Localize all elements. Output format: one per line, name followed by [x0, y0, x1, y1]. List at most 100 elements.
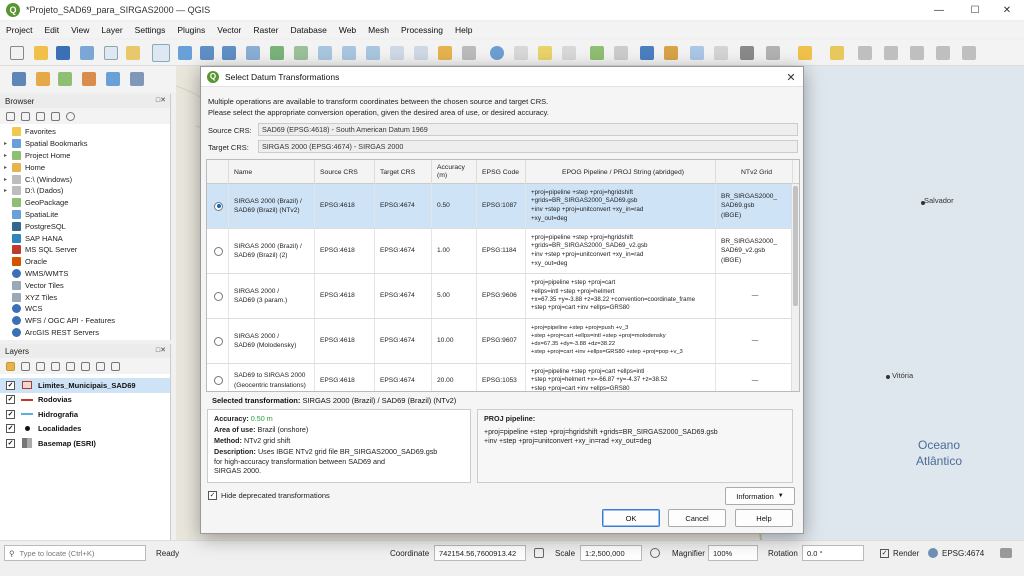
- zoom-rubberband-icon[interactable]: [246, 46, 260, 60]
- column-header-target-crs[interactable]: Target CRS: [375, 160, 432, 184]
- row-radio[interactable]: [214, 336, 223, 346]
- menu-database[interactable]: Database: [290, 25, 326, 35]
- close-window-icon[interactable]: ✕: [990, 0, 1024, 20]
- identify-icon[interactable]: [490, 46, 504, 60]
- select-features-icon[interactable]: [514, 46, 528, 60]
- add-raster-icon[interactable]: [82, 72, 96, 86]
- table-row[interactable]: SIRGAS 2000 (Brazil) / SAD69 (Brazil) (2…: [207, 229, 799, 274]
- table-row[interactable]: SIRGAS 2000 / SAD69 (3 param.) EPSG:4618…: [207, 274, 799, 319]
- browser-item-favorites[interactable]: Favorites: [0, 126, 170, 138]
- browser-item-geopackage[interactable]: GeoPackage: [0, 197, 170, 209]
- messages-icon[interactable]: [1000, 548, 1012, 558]
- layer-item-rodovias[interactable]: ✓ Rodovias: [0, 393, 170, 408]
- column-header-epsg-code[interactable]: EPSG Code: [477, 160, 526, 184]
- column-header-pipeline[interactable]: EPOG Pipeline / PROJ String (abridged): [526, 160, 716, 184]
- rotate-label-icon[interactable]: [936, 46, 950, 60]
- table-row[interactable]: SAD69 to SIRGAS 2000 (Geocentric transla…: [207, 364, 799, 391]
- menu-edit[interactable]: Edit: [44, 25, 59, 35]
- browser-item-wms[interactable]: WMS/WMTS: [0, 268, 170, 280]
- browser-item-d-drive[interactable]: ▸ D:\ (Dados): [0, 185, 170, 197]
- zoom-in-icon[interactable]: [200, 46, 214, 60]
- rotation-field[interactable]: 0.0 °: [802, 545, 864, 561]
- new-map-view-icon[interactable]: [390, 46, 404, 60]
- crs-status[interactable]: EPSG:4674: [942, 549, 984, 558]
- remove-layer-icon[interactable]: [111, 361, 120, 371]
- crs-globe-icon[interactable]: [928, 548, 938, 558]
- show-hide-labels-icon[interactable]: [884, 46, 898, 60]
- lock-scale-icon[interactable]: [650, 548, 660, 558]
- refresh-browser-icon[interactable]: [6, 111, 15, 121]
- annotation-icon[interactable]: [798, 46, 812, 60]
- menu-layer[interactable]: Layer: [101, 25, 122, 35]
- browser-item-oracle[interactable]: Oracle: [0, 256, 170, 268]
- row-radio[interactable]: [214, 246, 223, 256]
- row-radio[interactable]: [214, 291, 223, 301]
- select-by-value-icon[interactable]: [538, 46, 552, 60]
- browser-item-wfs[interactable]: WFS / OGC API - Features: [0, 315, 170, 327]
- new-3d-view-icon[interactable]: [414, 46, 428, 60]
- browser-item-home[interactable]: ▸ Home: [0, 161, 170, 173]
- add-delimited-text-icon[interactable]: [106, 72, 120, 86]
- column-header-ntv2-grid[interactable]: NTv2 Grid: [716, 160, 793, 184]
- panel-float-close-icon[interactable]: □✕: [156, 346, 166, 354]
- layer-visibility-checkbox[interactable]: ✓: [6, 424, 15, 434]
- deselect-icon[interactable]: [562, 46, 576, 60]
- new-print-layout-icon[interactable]: [104, 46, 118, 60]
- refresh-icon[interactable]: [462, 46, 476, 60]
- zoom-to-layer-icon[interactable]: [294, 46, 308, 60]
- save-as-icon[interactable]: [80, 46, 94, 60]
- panel-float-close-icon[interactable]: □✕: [156, 96, 166, 104]
- field-calculator-icon[interactable]: [590, 46, 604, 60]
- bookmark-icon[interactable]: [438, 46, 452, 60]
- layer-item-limites[interactable]: ✓ Limites_Municipais_SAD69: [0, 378, 170, 393]
- add-vector-icon[interactable]: [58, 72, 72, 86]
- table-scrollbar[interactable]: [791, 184, 799, 391]
- hide-deprecated-option[interactable]: ✓ Hide deprecated transformations: [208, 491, 330, 500]
- map-tips-icon[interactable]: [740, 46, 754, 60]
- locator-search-input[interactable]: ⚲ Type to locate (Ctrl+K): [4, 545, 146, 561]
- browser-item-arcgis[interactable]: ArcGIS REST Servers: [0, 327, 170, 339]
- properties-icon[interactable]: [66, 111, 75, 121]
- visibility-icon[interactable]: [36, 361, 45, 371]
- coordinate-field[interactable]: 742154.56,7600913.42: [434, 545, 526, 561]
- layout-manager-icon[interactable]: [126, 46, 140, 60]
- table-row[interactable]: SIRGAS 2000 (Brazil) / SAD69 (Brazil) (N…: [207, 184, 799, 229]
- zoom-last-icon[interactable]: [342, 46, 356, 60]
- browser-item-sap-hana[interactable]: SAP HANA: [0, 232, 170, 244]
- menu-project[interactable]: Project: [6, 25, 32, 35]
- statistics-icon[interactable]: [614, 46, 628, 60]
- zoom-to-selection-icon[interactable]: [318, 46, 332, 60]
- column-header-name[interactable]: Name: [229, 160, 315, 184]
- close-icon[interactable]: ✕: [783, 69, 799, 85]
- browser-item-xyz-tiles[interactable]: XYZ Tiles: [0, 291, 170, 303]
- menu-plugins[interactable]: Plugins: [177, 25, 205, 35]
- collapse-all-icon[interactable]: [96, 361, 105, 371]
- menu-view[interactable]: View: [71, 25, 89, 35]
- menu-help[interactable]: Help: [455, 25, 472, 35]
- filter-legend-icon[interactable]: [51, 361, 60, 371]
- digitize-icon[interactable]: [130, 72, 144, 86]
- maximize-icon[interactable]: ☐: [958, 0, 992, 20]
- layer-item-localidades[interactable]: ✓ Localidades: [0, 422, 170, 437]
- zoom-full-icon[interactable]: [270, 46, 284, 60]
- collapse-all-icon[interactable]: [51, 111, 60, 121]
- layer-visibility-checkbox[interactable]: ✓: [6, 438, 15, 448]
- magnifier-field[interactable]: 100%: [708, 545, 758, 561]
- layer-visibility-checkbox[interactable]: ✓: [6, 395, 15, 405]
- change-label-icon[interactable]: [962, 46, 976, 60]
- save-project-icon[interactable]: [56, 46, 70, 60]
- browser-item-project-home[interactable]: ▸ Project Home: [0, 150, 170, 162]
- column-header-source-crs[interactable]: Source CRS: [315, 160, 375, 184]
- pin-labels-icon[interactable]: [858, 46, 872, 60]
- column-header-accuracy[interactable]: Accuracy (m): [432, 160, 477, 184]
- menu-mesh[interactable]: Mesh: [368, 25, 389, 35]
- pan-to-selection-icon[interactable]: [178, 46, 192, 60]
- add-selected-layers-icon[interactable]: [21, 111, 30, 121]
- row-radio[interactable]: [214, 376, 223, 385]
- browser-item-spatialite[interactable]: SpatiaLite: [0, 209, 170, 221]
- label-tool-icon[interactable]: [830, 46, 844, 60]
- toggle-extents-icon[interactable]: [534, 548, 544, 558]
- table-row[interactable]: SIRGAS 2000 / SAD69 (Molodensky) EPSG:46…: [207, 319, 799, 364]
- browser-item-c-drive[interactable]: ▸ C:\ (Windows): [0, 173, 170, 185]
- layer-visibility-checkbox[interactable]: ✓: [6, 409, 15, 419]
